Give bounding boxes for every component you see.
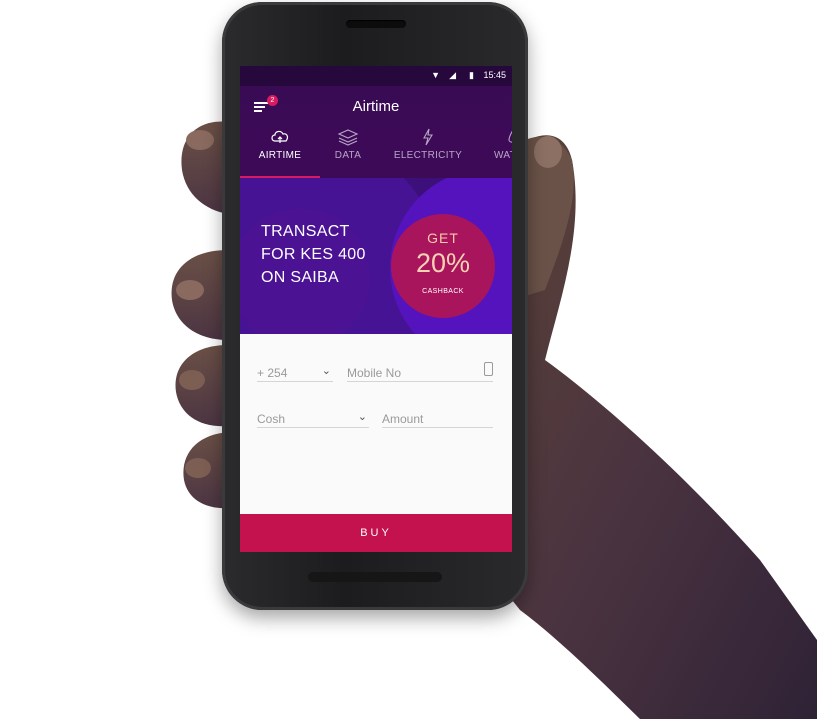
- service-tabs: AIRTIME DATA ELECTRICITY WAT: [240, 124, 512, 178]
- cloud-upload-icon: [240, 128, 320, 146]
- tab-label: WAT: [494, 150, 512, 161]
- app-bar: 2 Airtime AIRTIME DATA ELECTRICITY WA: [240, 86, 512, 178]
- status-time: 15:45: [483, 70, 506, 80]
- layers-icon: [320, 128, 376, 146]
- country-code-value: + 254: [257, 366, 288, 380]
- drop-icon: [488, 128, 512, 146]
- chevron-down-icon: ⌄: [357, 411, 367, 423]
- tab-airtime[interactable]: AIRTIME: [240, 124, 320, 178]
- mobile-placeholder: Mobile No: [347, 366, 402, 380]
- cashback-badge: GET 20% CASHBACK: [391, 214, 495, 318]
- signal-icon: ◢: [449, 70, 456, 80]
- promo-banner[interactable]: TRANSACT FOR KES 400 ON SAIBA GET 20% CA…: [240, 178, 512, 334]
- chevron-down-icon: ⌄: [321, 365, 331, 377]
- earpiece-speaker: [346, 20, 406, 28]
- payment-method-select[interactable]: Cosh ⌄: [257, 411, 369, 428]
- bolt-icon: [376, 128, 480, 146]
- buy-button[interactable]: BUY: [240, 514, 512, 552]
- phone-screen: ▼ ◢ ▮ 15:45 2 Airtime AIRTIME DATA ELECT…: [240, 66, 512, 552]
- mobile-number-input[interactable]: Mobile No: [347, 362, 493, 382]
- phone-icon: [484, 362, 493, 376]
- tab-label: DATA: [334, 150, 362, 161]
- promo-line: ON SAIBA: [261, 269, 339, 286]
- promo-text: TRANSACT FOR KES 400 ON SAIBA: [261, 220, 366, 289]
- battery-icon: ▮: [469, 70, 474, 80]
- country-code-select[interactable]: + 254 ⌄: [257, 365, 333, 382]
- tab-data[interactable]: DATA: [320, 124, 376, 178]
- airtime-form: + 254 ⌄ Mobile No Cosh ⌄ Amount: [240, 334, 512, 514]
- cashback-get: GET: [427, 230, 459, 246]
- tab-label: ELECTRICITY: [393, 150, 463, 161]
- payment-method-value: Cosh: [257, 412, 286, 426]
- promo-line: TRANSACT: [261, 223, 350, 240]
- status-bar: ▼ ◢ ▮ 15:45: [240, 66, 512, 86]
- cashback-label: CASHBACK: [422, 288, 464, 295]
- tab-electricity[interactable]: ELECTRICITY: [376, 124, 480, 178]
- tab-label: AIRTIME: [258, 150, 302, 161]
- cashback-value: 20%: [415, 248, 471, 278]
- bottom-bezel: [308, 572, 442, 582]
- tab-water[interactable]: WAT: [488, 124, 512, 178]
- amount-placeholder: Amount: [382, 412, 424, 426]
- promo-line: FOR KES 400: [261, 246, 366, 263]
- amount-input[interactable]: Amount: [382, 412, 493, 428]
- page-title: Airtime: [352, 98, 400, 115]
- wifi-icon: ▼: [431, 70, 440, 80]
